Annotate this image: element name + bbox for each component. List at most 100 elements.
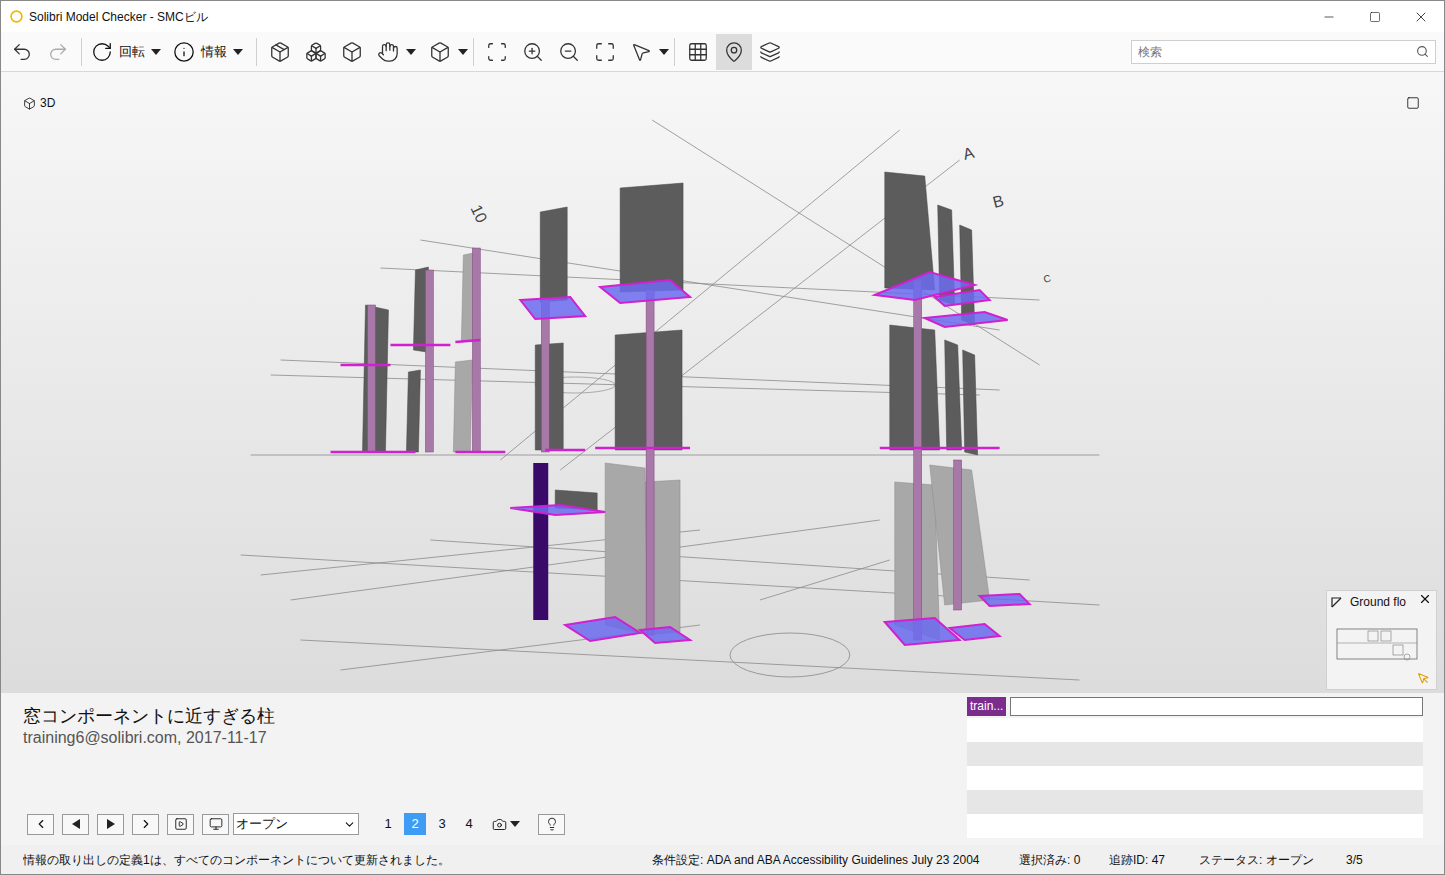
close-minimap-icon[interactable]	[1418, 592, 1432, 606]
map-pin-button[interactable]	[716, 34, 752, 70]
comments-panel: train...	[967, 697, 1423, 838]
triangle-left-icon	[72, 819, 80, 829]
zoom-out-icon	[558, 41, 580, 63]
window-icon	[1406, 96, 1420, 110]
cursor-icon	[1417, 672, 1430, 685]
search-field[interactable]: 検索	[1131, 40, 1436, 64]
view-3d[interactable]: 10ABC3DGround flo	[1, 72, 1444, 693]
add-slide-button[interactable]	[538, 814, 565, 835]
show-all-icon	[269, 41, 291, 63]
rotate-icon	[91, 41, 113, 63]
hand-button[interactable]	[370, 34, 406, 70]
zoom-fit-icon	[486, 41, 508, 63]
status-condition: 条件設定: ADA and ABA Accessibility Guidelin…	[652, 851, 1019, 869]
info-icon	[173, 41, 195, 63]
pointer-button[interactable]	[623, 34, 659, 70]
chevron-down-icon	[343, 818, 356, 831]
viewpoint-button[interactable]	[492, 817, 520, 832]
show-all-button[interactable]	[262, 34, 298, 70]
prev-issue-button[interactable]	[62, 814, 89, 835]
status-count: 3/5	[1346, 851, 1363, 869]
issue-author-date: training6@solibri.com, 2017-11-17	[23, 727, 967, 749]
floor-plane-button[interactable]	[680, 34, 716, 70]
undo-button[interactable]	[4, 34, 40, 70]
undo-icon	[11, 41, 33, 63]
page-button[interactable]: 4	[458, 813, 480, 835]
status-state: ステータス: オープン	[1199, 851, 1346, 869]
zoom-out-button[interactable]	[551, 34, 587, 70]
view-cube-icon	[429, 41, 451, 63]
first-issue-button[interactable]	[27, 814, 54, 835]
close-button[interactable]	[1398, 1, 1444, 32]
grid-label: B	[991, 192, 1006, 211]
view-cube-button[interactable]	[422, 34, 458, 70]
floor-plan-thumbnail	[1333, 617, 1429, 675]
grid-label: C	[1042, 272, 1052, 285]
comment-row	[967, 718, 1423, 742]
zoom-in-button[interactable]	[515, 34, 551, 70]
redo-button[interactable]	[40, 34, 76, 70]
dropdown-arrow-icon[interactable]	[151, 49, 161, 55]
redo-icon	[47, 41, 69, 63]
comment-row	[967, 742, 1423, 766]
view-maximize-button[interactable]	[1406, 96, 1420, 110]
hand-icon	[377, 41, 399, 63]
status-bar: 情報の取り出しの定義1は、すべてのコンポーネントについて更新されました。条件設定…	[1, 845, 1444, 874]
minimap[interactable]: Ground flo	[1326, 590, 1437, 690]
app-window: Solibri Model Checker - SMCビル回転情報検索10ABC…	[0, 0, 1445, 875]
next-issue-button[interactable]	[97, 814, 124, 835]
window-title: Solibri Model Checker - SMCビル	[29, 8, 208, 26]
collapse-icon[interactable]	[1331, 597, 1342, 608]
layers-button[interactable]	[752, 34, 788, 70]
page-button[interactable]: 3	[431, 813, 453, 835]
close-icon	[1413, 9, 1429, 25]
dropdown-arrow-icon[interactable]	[659, 49, 669, 55]
comment-input[interactable]	[1010, 697, 1423, 716]
rotate-button[interactable]: 回転	[87, 34, 165, 70]
info-button[interactable]: 情報	[165, 34, 251, 70]
cube-icon	[23, 97, 36, 110]
transparent-icon	[305, 41, 327, 63]
dropdown-arrow-icon[interactable]	[406, 49, 416, 55]
floor-plane-icon	[687, 41, 709, 63]
dropdown-arrow-icon[interactable]	[458, 49, 468, 55]
triangle-right-icon	[107, 819, 115, 829]
zoom-selected-icon	[594, 41, 616, 63]
toolbar-separator	[674, 38, 675, 66]
maximize-button[interactable]	[1352, 1, 1398, 32]
author-tag: train...	[967, 697, 1006, 716]
status-select[interactable]: オープン	[233, 813, 359, 835]
title-bar: Solibri Model Checker - SMCビル	[1, 1, 1444, 32]
play-button[interactable]	[167, 814, 194, 835]
maximize-icon	[1369, 11, 1381, 23]
last-issue-button[interactable]	[132, 814, 159, 835]
zoom-selected-button[interactable]	[587, 34, 623, 70]
add-icon	[545, 817, 559, 831]
selection-box-button[interactable]	[334, 34, 370, 70]
minimap-title: Ground flo	[1350, 593, 1406, 611]
zoom-fit-button[interactable]	[479, 34, 515, 70]
presentation-button[interactable]	[202, 814, 229, 835]
toolbar-separator	[256, 38, 257, 66]
dropdown-arrow-icon[interactable]	[233, 49, 243, 55]
comment-row	[967, 790, 1423, 814]
status-selected: 選択済み: 0	[1019, 851, 1109, 869]
comment-row	[967, 766, 1423, 790]
transparent-button[interactable]	[298, 34, 334, 70]
selection-box-icon	[341, 41, 363, 63]
camera-icon	[492, 817, 507, 832]
search-icon	[1416, 45, 1429, 58]
toolbar-separator	[473, 38, 474, 66]
dropdown-arrow-icon[interactable]	[510, 821, 520, 827]
comment-row	[967, 814, 1423, 838]
pointer-icon	[630, 41, 652, 63]
issue-details: 窓コンポーネントに近すぎる柱training6@solibri.com, 201…	[15, 697, 967, 845]
model-3d-scene[interactable]: 10ABC	[1, 72, 1444, 693]
minimize-button[interactable]	[1306, 1, 1352, 32]
page-button[interactable]: 1	[377, 813, 399, 835]
page-button[interactable]: 2	[404, 813, 426, 835]
map-pin-icon	[723, 41, 745, 63]
toolbar-separator	[81, 38, 82, 66]
issue-title: 窓コンポーネントに近すぎる柱	[23, 705, 967, 727]
grid-label: 10	[468, 202, 491, 225]
